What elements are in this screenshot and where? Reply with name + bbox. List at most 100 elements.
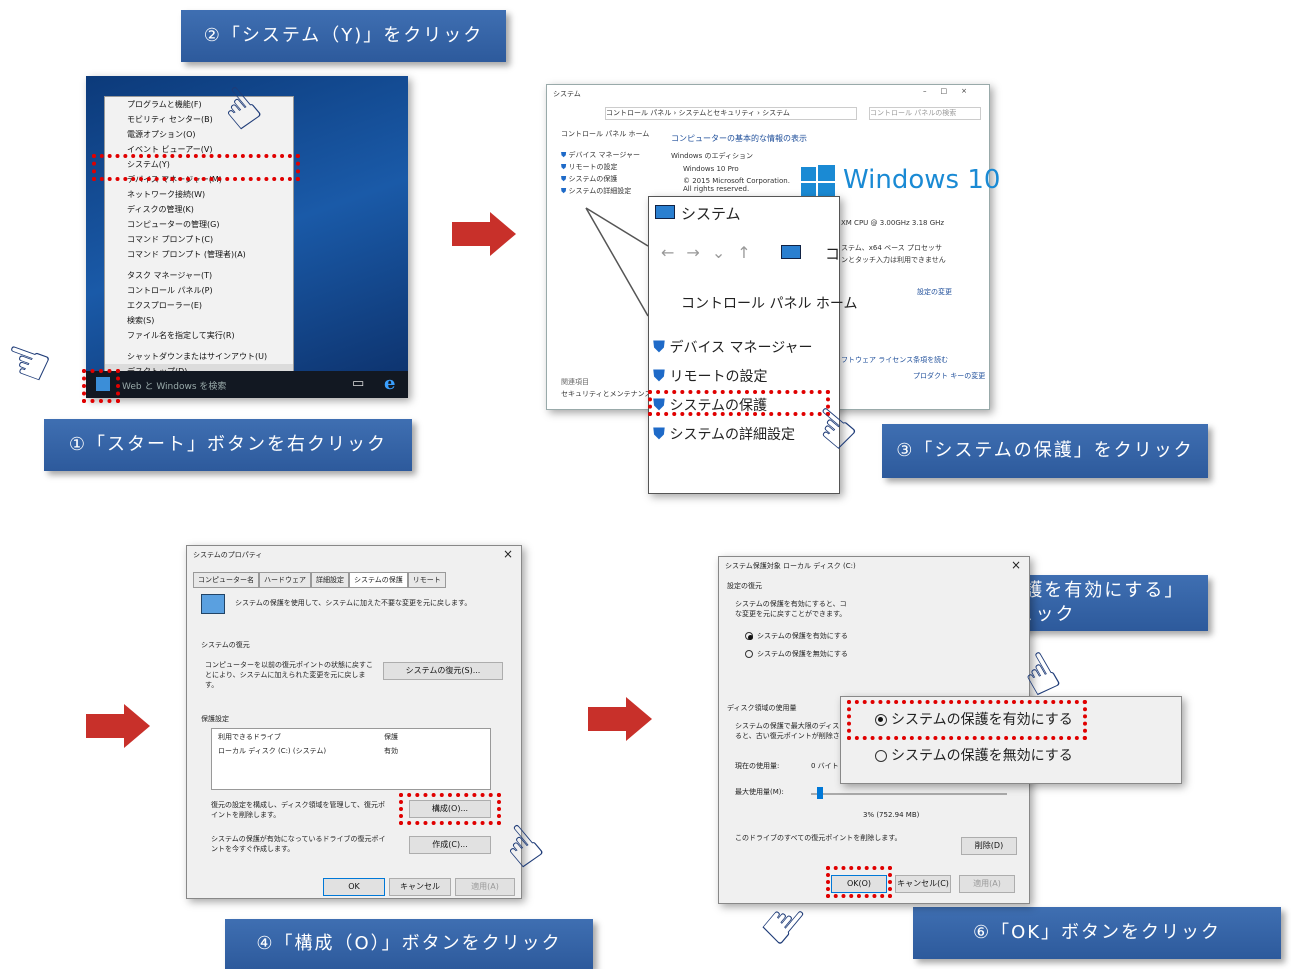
computer-icon: [201, 594, 225, 614]
restore-group-label: 設定の復元: [727, 582, 762, 590]
window-controls[interactable]: –□×: [923, 87, 981, 95]
menu-item[interactable]: ファイル名を指定して実行(R): [105, 328, 293, 343]
step1-banner: ①「スタート」ボタンを右クリック: [44, 419, 412, 471]
menu-item[interactable]: ディスクの管理(K): [105, 202, 293, 217]
tab[interactable]: システムの保護: [349, 572, 408, 588]
disk-group-label: ディスク領域の使用量: [727, 704, 797, 712]
radio-disable[interactable]: システムの保護を無効にする: [875, 745, 1073, 765]
license-link[interactable]: フトウェア ライセンス条項を読む: [841, 355, 948, 365]
zoom-title: システム: [681, 205, 741, 223]
system-properties-dialog: システムのプロパティ × コンピューター名 ハードウェア 詳細設定 システムの保護 リモ…: [186, 545, 522, 899]
apply-button[interactable]: 適用(A): [455, 878, 515, 896]
cancel-button[interactable]: キャンセル: [389, 878, 451, 896]
restore-group-label: システムの復元: [201, 641, 250, 649]
search-input[interactable]: コントロール パネルの検索: [869, 107, 981, 120]
callout-pointer: [585, 207, 649, 317]
highlight-enable-option: [847, 700, 1087, 740]
computer-icon: [655, 205, 675, 219]
ok-button[interactable]: OK: [323, 878, 385, 896]
menu-item[interactable]: プログラムと機能(F): [105, 97, 293, 112]
col-drive: 利用できるドライブ: [218, 733, 281, 741]
menu-item[interactable]: エクスプローラー(E): [105, 298, 293, 313]
cancel-button[interactable]: キャンセル(C): [895, 875, 951, 893]
tab[interactable]: ハードウェア: [259, 572, 311, 588]
delete-text: このドライブのすべての復元ポイントを削除します。: [735, 834, 902, 842]
security-link[interactable]: セキュリティとメンテナンス: [561, 389, 651, 399]
config-text: 復元の設定を構成し、ディスク領域を管理して、復元ポイントを削除します。: [211, 801, 385, 819]
menu-item[interactable]: コンピューターの管理(G): [105, 217, 293, 232]
address-bar[interactable]: コントロール パネル › システムとセキュリティ › システム: [605, 107, 857, 120]
product-key-link[interactable]: プロダクト キーの変更: [913, 371, 985, 381]
menu-item[interactable]: コマンド プロンプト(C): [105, 232, 293, 247]
window-title: システム: [553, 90, 581, 98]
step6-banner: ⑥「OK」ボタンをクリック: [913, 907, 1281, 959]
radio-disable-small[interactable]: システムの保護を無効にする: [745, 649, 848, 659]
step4-banner: ④「構成（O）」ボタンをクリック: [225, 919, 593, 969]
copyright: © 2015 Microsoft Corporation. All rights…: [683, 177, 790, 193]
radio-enable-small[interactable]: システムの保護を有効にする: [745, 631, 848, 641]
system-restore-button[interactable]: システムの復元(S)...: [383, 662, 503, 680]
menu-item[interactable]: 電源オプション(O): [105, 127, 293, 142]
side-link[interactable]: ⛊ システムの保護: [561, 173, 640, 185]
tab-bar: コンピューター名 ハードウェア 詳細設定 システムの保護 リモート: [193, 572, 446, 588]
drive-name[interactable]: ローカル ディスク (C:) (システム): [218, 746, 326, 756]
pointing-hand-icon: ☝: [0, 336, 64, 390]
zoom-home-link[interactable]: コントロール パネル ホーム: [681, 293, 857, 313]
taskbar: Web と Windows を検索 ▭ e: [86, 371, 408, 398]
close-icon[interactable]: ×: [503, 547, 513, 561]
shield-icon: ⛊: [561, 175, 567, 183]
taskbar-search[interactable]: Web と Windows を検索: [122, 379, 226, 392]
edge-icon[interactable]: e: [384, 373, 395, 394]
tab[interactable]: リモート: [407, 572, 446, 588]
highlight-system-menuitem: [92, 154, 300, 181]
windows-logo-icon: [801, 165, 835, 199]
tab[interactable]: 詳細設定: [311, 572, 349, 588]
highlight-start-button: [82, 369, 120, 403]
menu-item[interactable]: 検索(S): [105, 313, 293, 328]
control-panel-home-link[interactable]: コントロール パネル ホーム: [561, 129, 649, 139]
menu-item[interactable]: シャットダウンまたはサインアウト(U): [105, 349, 293, 364]
highlight-ok-button: [826, 866, 892, 898]
zoom-link[interactable]: ⛊ リモートの設定: [653, 366, 767, 386]
system-zoom-callout: システム ←→⌄↑ コ コントロール パネル ホーム ⛊ デバイス マネージャー…: [648, 196, 857, 494]
max-usage-value: 3% (752.94 MB): [863, 811, 920, 819]
zoom-link[interactable]: ⛊ デバイス マネージャー: [653, 337, 813, 357]
computer-icon: [781, 245, 801, 259]
delete-button[interactable]: 削除(D): [961, 837, 1017, 855]
current-usage-label: 現在の使用量:: [735, 762, 780, 770]
current-usage-value: 0 バイト: [811, 762, 839, 770]
task-view-icon[interactable]: ▭: [352, 376, 364, 391]
menu-item[interactable]: ネットワーク接続(W): [105, 187, 293, 202]
disk-text: システムの保護で最大限のディスク ると、古い復元ポイントが削除され: [735, 722, 847, 740]
step2-banner: ②「システム（Y)」をクリック: [181, 10, 506, 62]
side-link[interactable]: ⛊ デバイス マネージャー: [561, 149, 640, 161]
nav-arrows[interactable]: ←→⌄↑: [661, 243, 763, 262]
drive-list[interactable]: 利用できるドライブ 保護 ローカル ディスク (C:) (システム) 有効: [211, 728, 491, 790]
close-icon[interactable]: ×: [1011, 558, 1021, 572]
max-usage-label: 最大使用量(M):: [735, 788, 784, 796]
tab[interactable]: コンピューター名: [193, 572, 259, 588]
intro-text: システムの保護を使用して、システムに加えた不要な変更を元に戻します。: [235, 599, 472, 607]
edition-value: Windows 10 Pro: [683, 165, 739, 173]
menu-item[interactable]: コマンド プロンプト (管理者)(A): [105, 247, 293, 262]
side-links: ⛊ デバイス マネージャー ⛊ リモートの設定 ⛊ システムの保護 ⛊ システムの詳細…: [561, 149, 640, 197]
change-settings-link[interactable]: 設定の変更: [917, 287, 952, 297]
zoom-address-fragment: コ: [825, 245, 841, 263]
step3-banner: ③「システムの保護」をクリック: [882, 424, 1208, 478]
shield-icon: ⛊: [653, 424, 666, 443]
zoom-link[interactable]: ⛊ システムの詳細設定: [653, 424, 795, 444]
restore-text: システムの保護を有効にすると、コ な変更を元に戻すことができます。: [735, 600, 847, 618]
system-type-value: ステム、x64 ベース プロセッサ: [841, 244, 942, 252]
side-link[interactable]: ⛊ システムの詳細設定: [561, 185, 640, 197]
max-usage-slider[interactable]: [811, 787, 1007, 799]
shield-icon: ⛊: [653, 366, 666, 385]
windows10-logo-text: Windows 10: [843, 165, 1001, 195]
create-button[interactable]: 作成(C)...: [409, 836, 491, 854]
highlight-configure-button: [399, 793, 501, 825]
side-link[interactable]: ⛊ リモートの設定: [561, 161, 640, 173]
page-heading: コンピューターの基本的な情報の表示: [671, 134, 807, 143]
menu-item[interactable]: タスク マネージャー(T): [105, 268, 293, 283]
apply-button[interactable]: 適用(A): [959, 875, 1015, 893]
menu-item[interactable]: コントロール パネル(P): [105, 283, 293, 298]
highlight-system-protection: [648, 390, 830, 416]
